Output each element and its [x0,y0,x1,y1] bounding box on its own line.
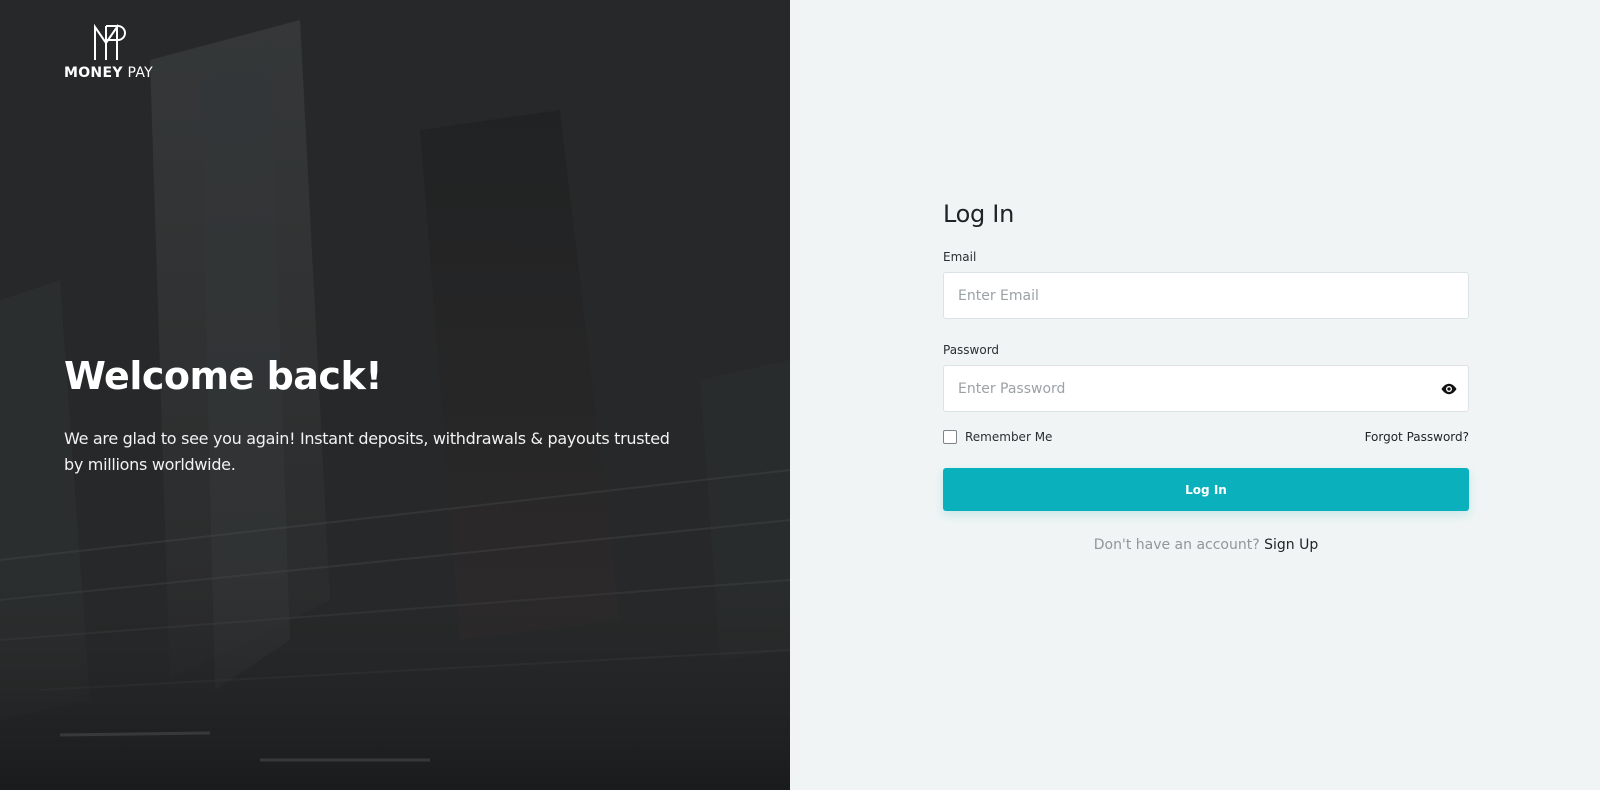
brand-name-strong: MONEY [64,65,123,81]
signup-prompt: Don't have an account? [1093,537,1265,553]
hero-panel: MONEY PAY Welcome back! We are glad to s… [0,0,790,790]
brand-name: MONEY PAY [64,65,153,81]
signup-link[interactable]: Sign Up [1264,537,1318,553]
email-field-wrapper [943,272,1469,319]
login-page: MONEY PAY Welcome back! We are glad to s… [0,0,1600,790]
remember-me-checkbox[interactable] [943,430,957,444]
forgot-password-link[interactable]: Forgot Password? [1365,430,1469,444]
password-label: Password [943,343,1000,357]
login-panel: Log In Email Password Remember Me [790,0,1600,790]
signup-row: Don't have an account? Sign Up [943,537,1469,553]
login-form: Log In Email Password Remember Me [943,200,1469,553]
remember-me-toggle[interactable]: Remember Me [943,430,1052,444]
hero-title: Welcome back! [64,354,383,398]
email-input[interactable] [944,273,1468,318]
login-options-row: Remember Me Forgot Password? [943,430,1469,444]
email-label: Email [943,250,977,264]
money-pay-logo-mark-icon [94,23,126,60]
password-input[interactable] [944,366,1468,411]
remember-me-label: Remember Me [965,430,1053,444]
login-button[interactable]: Log In [943,468,1469,511]
password-field-wrapper [943,365,1469,412]
login-title: Log In [943,200,1014,228]
hero-subtitle: We are glad to see you again! Instant de… [64,429,670,474]
brand-name-light: PAY [122,65,154,81]
eye-icon[interactable] [1440,381,1458,397]
